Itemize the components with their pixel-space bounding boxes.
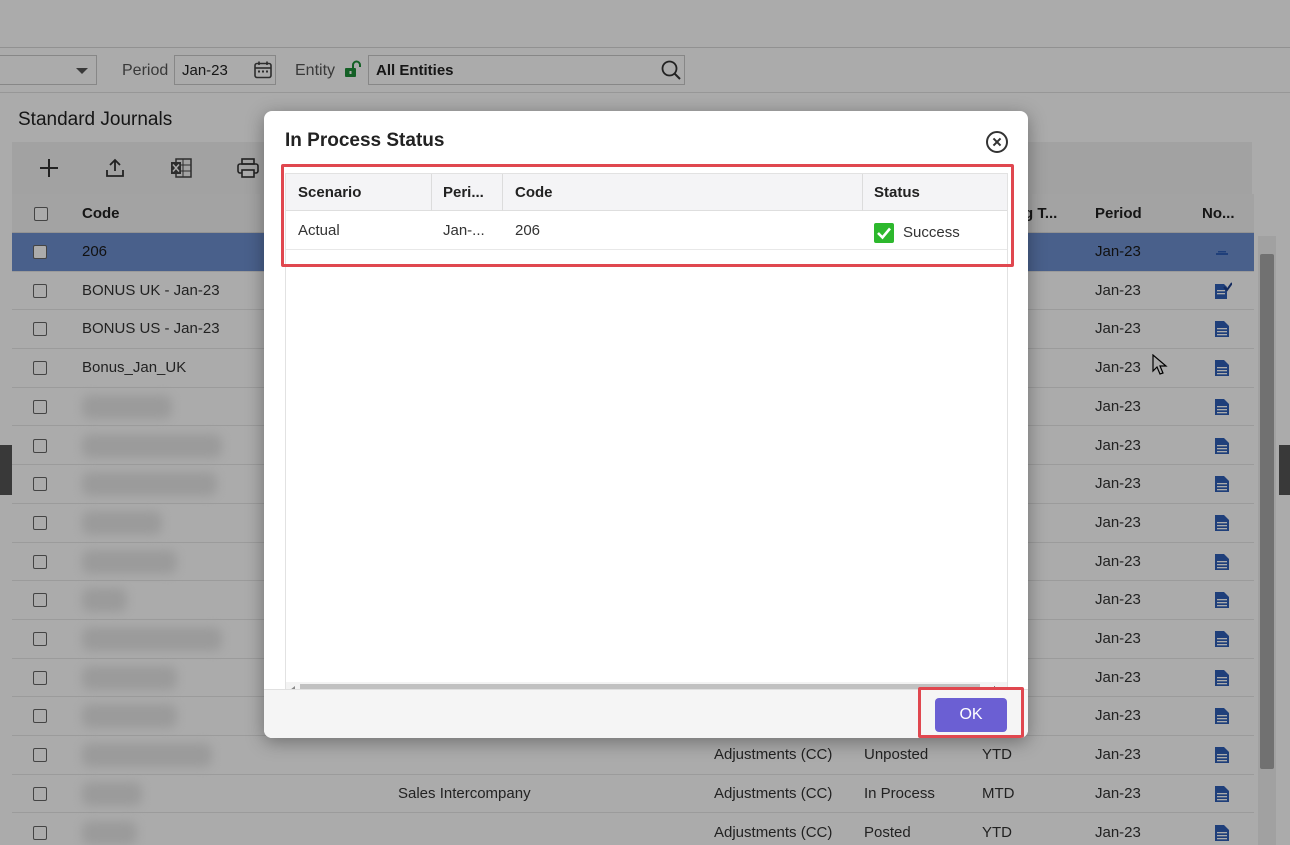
check-icon	[874, 223, 894, 243]
row-status: Success	[903, 224, 960, 241]
column-divider	[862, 174, 863, 211]
dialog-title: In Process Status	[285, 130, 445, 151]
in-process-status-dialog: In Process Status Scenario Peri... Code …	[264, 111, 1028, 738]
column-divider	[431, 174, 432, 211]
status-grid-header: Scenario Peri... Code Status	[286, 174, 1007, 211]
close-icon[interactable]	[986, 131, 1008, 153]
column-header-status[interactable]: Status	[874, 184, 920, 201]
ok-button[interactable]: OK	[935, 698, 1007, 732]
column-header-scenario[interactable]: Scenario	[298, 184, 361, 201]
dialog-footer	[264, 689, 1028, 738]
status-row[interactable]: Actual Jan-... 206 Success	[286, 211, 1007, 250]
row-period: Jan-...	[443, 222, 485, 239]
column-header-period[interactable]: Peri...	[443, 184, 484, 201]
column-header-code[interactable]: Code	[515, 184, 553, 201]
row-code: 206	[515, 222, 541, 239]
dialog-vertical-scrollbar[interactable]	[1007, 174, 1008, 682]
status-grid: Scenario Peri... Code Status Actual Jan-…	[285, 173, 1008, 699]
column-divider	[502, 174, 503, 211]
row-scenario: Actual	[298, 222, 340, 239]
